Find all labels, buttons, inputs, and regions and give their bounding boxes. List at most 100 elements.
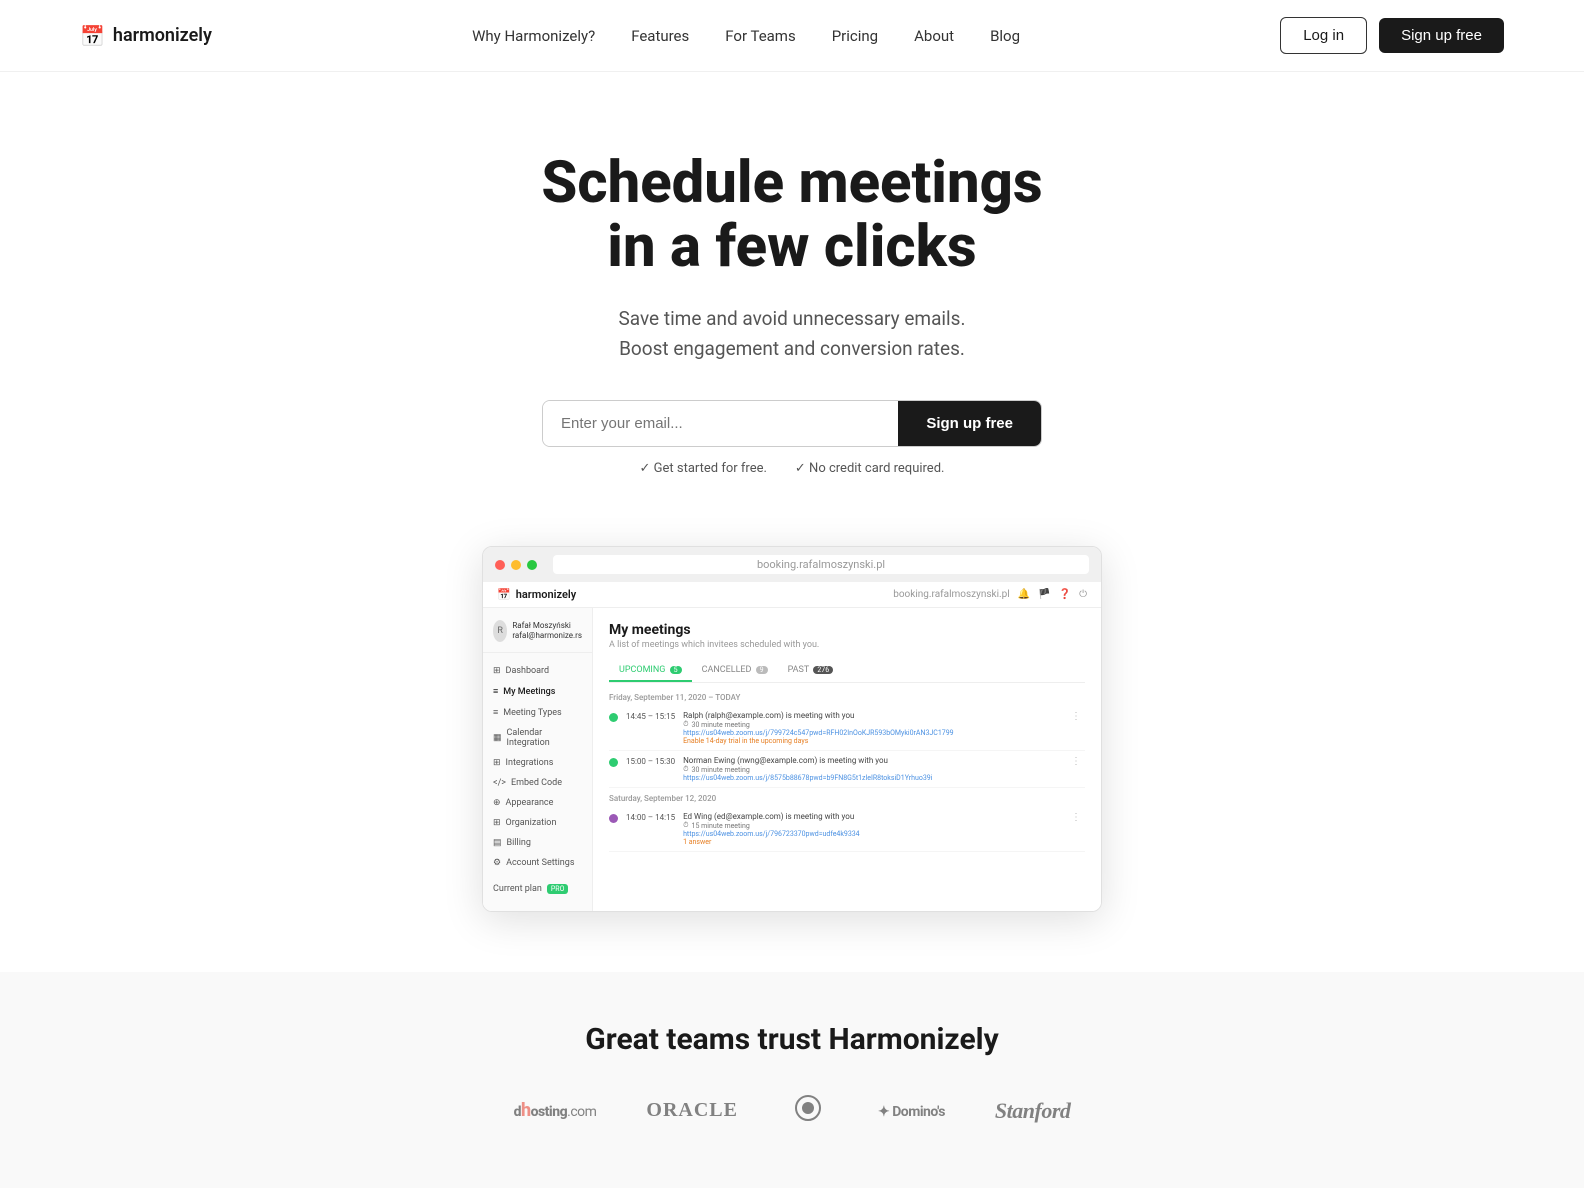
- app-bar-flag-icon: 🏴: [1038, 589, 1050, 600]
- trust-logo-brand3: [788, 1093, 828, 1128]
- meeting-time: 14:45 – 15:15: [626, 712, 675, 721]
- settings-icon: ⚙: [493, 858, 501, 868]
- sidebar-item-my-meetings[interactable]: ≡ My Meetings: [483, 681, 592, 702]
- tab-past[interactable]: PAST 276: [778, 660, 844, 682]
- logo-text: harmonizely: [113, 25, 212, 46]
- browser-dot-maximize[interactable]: [527, 560, 537, 570]
- org-icon: ⊞: [493, 818, 501, 828]
- nav-item-about[interactable]: About: [914, 27, 954, 45]
- browser-window: booking.rafalmoszynski.pl 📅 harmonizely …: [482, 546, 1102, 912]
- meeting-link[interactable]: https://us04web.zoom.us/j/799724c547pwd=…: [683, 729, 1059, 737]
- meeting-status-dot: [609, 758, 618, 767]
- embed-icon: </>: [493, 778, 506, 788]
- meeting-person: Ed Wing (ed@example.com) is meeting with…: [683, 812, 1059, 821]
- date-header-2: Saturday, September 12, 2020: [609, 794, 1085, 803]
- app-bar-right: booking.rafalmoszynski.pl 🔔 🏴 ❓ ⏻: [893, 589, 1087, 600]
- app-bar-bell-icon: 🔔: [1018, 589, 1030, 600]
- sidebar-item-billing[interactable]: ▤ Billing: [483, 833, 592, 853]
- sidebar-label-org: Organization: [506, 818, 557, 828]
- hero-note-cc: No credit card required.: [795, 461, 945, 476]
- hero-section: Schedule meetings in a few clicks Save t…: [0, 72, 1584, 516]
- screenshot-section: booking.rafalmoszynski.pl 📅 harmonizely …: [0, 516, 1584, 972]
- hero-subtitle: Save time and avoid unnecessary emails. …: [619, 304, 966, 365]
- meeting-note: 1 answer: [683, 838, 1059, 846]
- meeting-note: Enable 14-day trial in the upcoming days: [683, 737, 1059, 745]
- meeting-info: Norman Ewing (nwng@example.com) is meeti…: [683, 756, 1059, 782]
- table-row: 14:00 – 14:15 Ed Wing (ed@example.com) i…: [609, 807, 1085, 852]
- sidebar-item-organization[interactable]: ⊞ Organization: [483, 813, 592, 833]
- header-actions: Log in Sign up free: [1280, 17, 1504, 54]
- calendar-icon: ▦: [493, 733, 502, 743]
- sidebar-label-dashboard: Dashboard: [506, 666, 550, 676]
- date-header-1: Friday, September 11, 2020 – TODAY: [609, 693, 1085, 702]
- tab-upcoming[interactable]: UPCOMING 5: [609, 660, 692, 682]
- trust-logo-dominos: ✦ Domino's: [878, 1100, 945, 1121]
- sidebar-label-my-meetings: My Meetings: [503, 687, 555, 697]
- tab-cancelled[interactable]: CANCELLED 9: [692, 660, 778, 682]
- sidebar-item-settings[interactable]: ⚙ Account Settings: [483, 853, 592, 873]
- sidebar-user-info: Rafał Moszyński rafal@harmonize.rs: [512, 621, 582, 642]
- sidebar-label-settings: Account Settings: [506, 858, 574, 868]
- logo[interactable]: 📅 harmonizely: [80, 24, 212, 48]
- sidebar-item-appearance[interactable]: ⊕ Appearance: [483, 793, 592, 813]
- browser-bar: booking.rafalmoszynski.pl: [483, 547, 1101, 582]
- sidebar-item-integrations[interactable]: ⊞ Integrations: [483, 753, 592, 773]
- my-meetings-icon: ≡: [493, 686, 498, 697]
- nav-item-features[interactable]: Features: [631, 27, 689, 45]
- tab-upcoming-badge: 5: [670, 666, 682, 674]
- tab-cancelled-badge: 9: [756, 666, 768, 674]
- meeting-time: 14:00 – 14:15: [626, 813, 675, 822]
- appearance-icon: ⊕: [493, 798, 501, 808]
- login-button[interactable]: Log in: [1280, 17, 1367, 54]
- sidebar-label-meeting-types: Meeting Types: [503, 708, 561, 718]
- meeting-info: Ralph (ralph@example.com) is meeting wit…: [683, 711, 1059, 745]
- plan-label: Current plan: [493, 884, 542, 894]
- meeting-more-button[interactable]: ⋮: [1067, 711, 1085, 722]
- nav-item-pricing[interactable]: Pricing: [832, 27, 878, 45]
- nav-item-why[interactable]: Why Harmonizely?: [472, 27, 595, 45]
- sidebar-plan: Current plan PRO: [483, 879, 592, 899]
- meeting-person: Ralph (ralph@example.com) is meeting wit…: [683, 711, 1059, 720]
- email-input[interactable]: [543, 401, 898, 446]
- logo-icon: 📅: [80, 24, 105, 48]
- meeting-status-dot: [609, 713, 618, 722]
- signup-form: Sign up free: [542, 400, 1042, 447]
- sidebar-item-embed-code[interactable]: </> Embed Code: [483, 773, 592, 793]
- browser-dot-minimize[interactable]: [511, 560, 521, 570]
- meeting-more-button[interactable]: ⋮: [1067, 756, 1085, 767]
- sidebar-label-calendar: Calendar Integration: [507, 728, 582, 748]
- sidebar: R Rafał Moszyński rafal@harmonize.rs ⊞ D…: [483, 608, 593, 911]
- sidebar-item-dashboard[interactable]: ⊞ Dashboard: [483, 661, 592, 681]
- nav-item-teams[interactable]: For Teams: [725, 27, 795, 45]
- tab-past-badge: 276: [813, 666, 833, 674]
- signup-nav-button[interactable]: Sign up free: [1379, 18, 1504, 53]
- meeting-more-button[interactable]: ⋮: [1067, 812, 1085, 823]
- meeting-link[interactable]: https://us04web.zoom.us/j/796723370pwd=u…: [683, 830, 1059, 838]
- browser-dot-close[interactable]: [495, 560, 505, 570]
- billing-icon: ▤: [493, 838, 502, 848]
- integrations-icon: ⊞: [493, 758, 501, 768]
- meetings-tabs: UPCOMING 5 CANCELLED 9 PAST 276: [609, 660, 1085, 683]
- main-content: My meetings A list of meetings which inv…: [593, 608, 1101, 911]
- sidebar-user: R Rafał Moszyński rafal@harmonize.rs: [483, 620, 592, 653]
- sidebar-item-calendar[interactable]: ▦ Calendar Integration: [483, 723, 592, 753]
- app-bar-power-icon: ⏻: [1079, 589, 1087, 600]
- sidebar-label-appearance: Appearance: [506, 798, 554, 808]
- nav-item-blog[interactable]: Blog: [990, 27, 1020, 45]
- meeting-link[interactable]: https://us04web.zoom.us/j/8575b88678pwd=…: [683, 774, 1059, 782]
- meetings-title: My meetings: [609, 622, 1085, 638]
- app-logo-text: harmonizely: [516, 588, 577, 601]
- dashboard-icon: ⊞: [493, 666, 501, 676]
- signup-hero-button[interactable]: Sign up free: [898, 401, 1041, 446]
- app-logo: 📅 harmonizely: [497, 588, 576, 601]
- meeting-type: ⏱ 30 minute meeting: [683, 765, 1059, 774]
- sidebar-label-billing: Billing: [507, 838, 531, 848]
- avatar: R: [493, 620, 507, 642]
- meeting-person: Norman Ewing (nwng@example.com) is meeti…: [683, 756, 1059, 765]
- meeting-type: ⏱ 30 minute meeting: [683, 720, 1059, 729]
- plan-badge: PRO: [547, 884, 569, 894]
- trust-section: Great teams trust Harmonizely dhosting.c…: [0, 972, 1584, 1188]
- meeting-types-icon: ≡: [493, 707, 498, 718]
- meeting-type-icon: ⏱: [683, 821, 688, 830]
- sidebar-item-meeting-types[interactable]: ≡ Meeting Types: [483, 702, 592, 723]
